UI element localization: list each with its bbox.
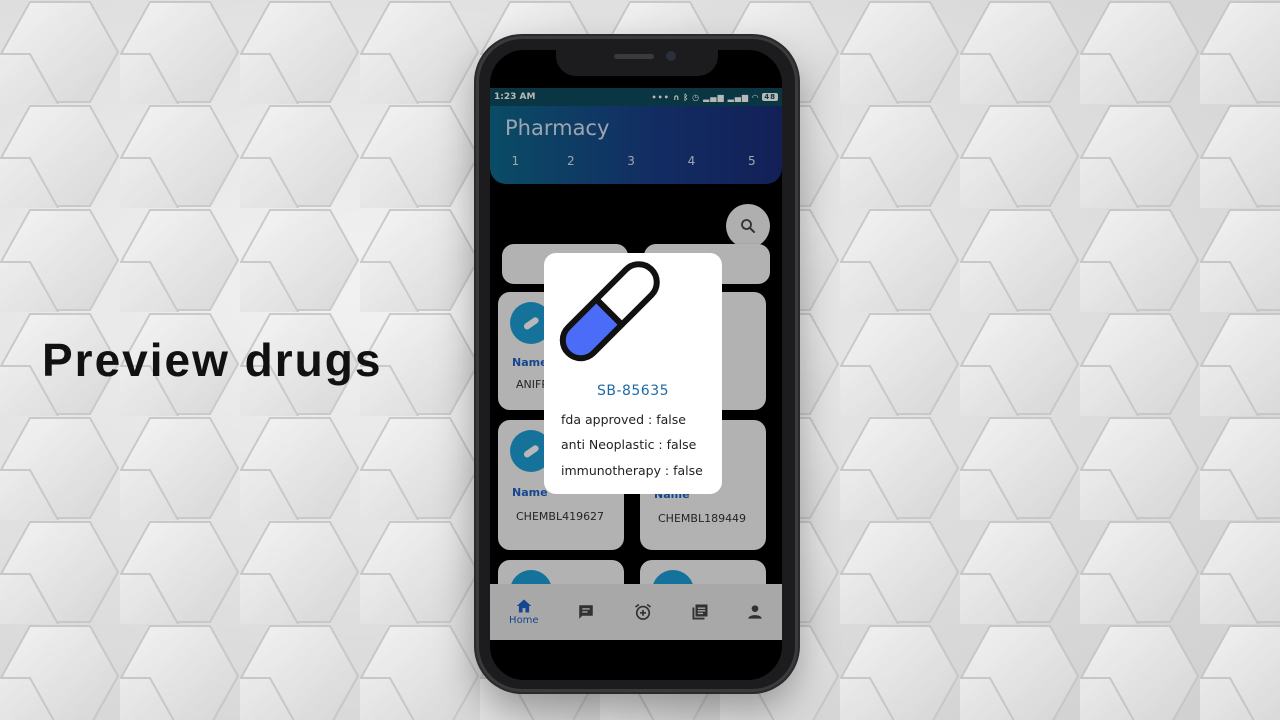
drug-name: SB-85635: [596, 383, 670, 399]
immunotherapy-field: immunotherapy : false: [561, 463, 703, 478]
anti-neoplastic-field: anti Neoplastic : false: [561, 437, 697, 452]
front-camera: [666, 51, 676, 61]
caption-title: Preview drugs: [42, 334, 383, 386]
phone-notch: [556, 42, 718, 76]
drug-preview-dialog: SB-85635 fda approved : false anti Neopl…: [544, 253, 722, 494]
fda-approved-field: fda approved : false: [561, 412, 686, 427]
capsule-icon: [559, 261, 660, 362]
speaker-grille: [614, 54, 654, 59]
